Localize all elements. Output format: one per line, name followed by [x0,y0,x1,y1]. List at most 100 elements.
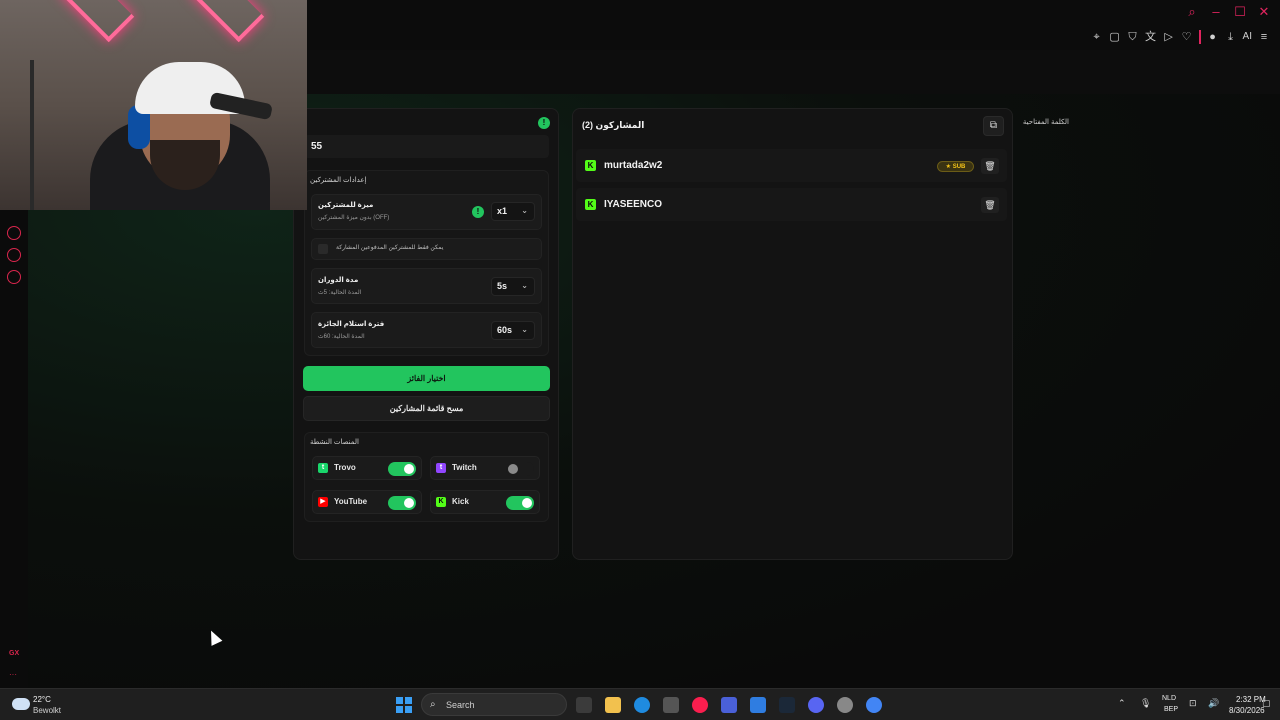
maximize-icon[interactable]: ☐ [1232,4,1248,20]
chevron-down-icon: ⌄ [521,206,528,215]
chrome-icon[interactable] [866,697,882,713]
volume-icon[interactable]: 🔊 [1208,698,1219,709]
kick-icon: K [585,160,596,171]
participant-name: IYASEENCO [604,199,662,210]
minimize-icon[interactable]: – [1208,4,1224,20]
weather-condition[interactable]: Bewolkt [33,706,61,715]
network-icon[interactable]: ⊡ [1189,698,1197,709]
toolbar-icons: ⌖ ▢ ⛉ 文 ▷ ♡ ● ⤓ AI ≡ [1091,30,1270,44]
snapshot-icon[interactable]: ▢ [1109,30,1121,44]
subscriber-perk-subtitle: بدون ميزة المشتركين (OFF) [318,215,390,221]
clear-participants-button[interactable]: مسح قائمة المشاركين [303,396,550,421]
steam-icon[interactable] [779,697,795,713]
settings-icon[interactable] [7,270,21,284]
pin-icon[interactable]: ⌖ [1091,30,1103,44]
kick-icon: K [436,497,446,507]
task-view-icon[interactable] [576,697,592,713]
cloud-icon[interactable] [12,698,30,710]
kick-toggle[interactable] [506,496,534,510]
platform-kick: K Kick [430,490,540,514]
toggle-knob [404,464,414,474]
spin-duration-select[interactable]: 5s ⌄ [491,277,535,296]
shield-icon[interactable]: ⛉ [1127,30,1139,44]
keyboard-layout[interactable]: BEP [1164,706,1178,713]
ai-button[interactable]: AI [1243,30,1252,44]
microphone-icon[interactable]: 🎙 [1140,698,1151,709]
search-icon: ⌕ [430,699,436,710]
subs-only-checkbox[interactable] [318,244,328,254]
edge-icon[interactable] [634,697,650,713]
platform-name: Trovo [334,463,356,472]
notification-icon[interactable]: ▢ [1262,698,1271,709]
participant-row: K IYASEENCO 🗑 [576,188,1007,221]
heart-icon[interactable]: ♡ [1181,30,1193,44]
copy-icon[interactable]: ⧉ [983,116,1004,136]
window-controls: ⌕ – ☐ ✕ [1184,4,1272,20]
translate-icon[interactable]: 文 [1145,30,1157,44]
app-icon[interactable] [837,697,853,713]
spin-duration-value: 5s [497,281,508,291]
participant-row: K murtada2w2 ★ SUB 🗑 [576,149,1007,182]
neon-light [57,0,135,43]
subscriber-perk-select[interactable]: x1 ⌄ [491,202,535,221]
clock-date[interactable]: 8/30/2026 [1229,706,1265,715]
store-icon[interactable] [663,697,679,713]
download-icon[interactable]: ⤓ [1225,30,1237,44]
toggle-knob [404,498,414,508]
taskbar-search[interactable]: ⌕ Search [421,693,567,716]
weather-temperature[interactable]: 22°C [33,695,51,704]
discord-icon[interactable] [808,697,824,713]
close-icon[interactable]: ✕ [1256,4,1272,20]
subscriber-perk-info-icon[interactable]: ! [472,206,484,218]
toolbar-separator [1198,30,1201,44]
spin-duration-title: مدة الدوران [318,277,359,284]
subscriber-settings-title: إعدادات المشتركين [310,177,367,184]
trash-icon[interactable]: 🗑 [981,197,999,213]
spin-duration-subtitle: المدة الحالية: 5ث [318,290,362,296]
profile-icon[interactable]: ● [1207,30,1219,44]
chevron-down-icon: ⌄ [521,325,528,334]
more-icon[interactable]: ··· [9,670,17,679]
app-icon[interactable] [750,697,766,713]
kick-icon: K [585,199,596,210]
webcam-overlay [0,0,307,210]
subscriber-perk-title: ميزة للمشتركين [318,202,374,209]
participant-name: murtada2w2 [604,160,663,171]
windows-start-icon[interactable] [396,697,412,713]
trash-icon[interactable]: 🗑 [981,158,999,174]
search-icon[interactable]: ⌕ [1184,4,1200,20]
history-icon[interactable] [7,226,21,240]
gx-label: GX [9,650,20,657]
trovo-toggle[interactable] [388,462,416,476]
mouse-cursor [205,628,223,646]
platform-youtube: ▶ YouTube [312,490,422,514]
claim-period-title: فترة استلام الجائزة [318,321,385,328]
pick-winner-button[interactable]: اختيار الفائز [303,366,550,391]
search-label: Search [446,700,475,710]
windows-taskbar: 22°C Bewolkt ⌕ Search ⌃ 🎙 NLD BEP ⊡ 🔊 2:… [0,688,1280,720]
video-editor-icon[interactable] [721,697,737,713]
platform-name: Kick [452,497,469,506]
chat-icon[interactable] [7,248,21,262]
menu-icon[interactable]: ≡ [1258,30,1270,44]
language-indicator[interactable]: NLD [1162,695,1176,702]
twitch-toggle[interactable] [506,462,534,476]
file-explorer-icon[interactable] [605,697,621,713]
keyword-label: الكلمة المفتاحية [1022,119,1069,126]
trovo-icon: t [318,463,328,473]
active-platforms-title: المنصات النشطة [310,439,359,446]
claim-period-select[interactable]: 60s ⌄ [491,321,535,340]
chevron-up-icon[interactable]: ⌃ [1118,698,1126,709]
chevron-down-icon: ⌄ [521,281,528,290]
youtube-toggle[interactable] [388,496,416,510]
info-icon[interactable]: ! [538,117,550,129]
youtube-icon: ▶ [318,497,328,507]
platform-name: YouTube [334,497,368,506]
play-icon[interactable]: ▷ [1163,30,1175,44]
keyword-input[interactable] [304,135,549,158]
tripod-stand [30,60,34,210]
opera-gx-icon[interactable] [692,697,708,713]
toggle-knob [508,464,518,474]
subscriber-perk-value: x1 [497,206,508,216]
twitch-icon: t [436,463,446,473]
